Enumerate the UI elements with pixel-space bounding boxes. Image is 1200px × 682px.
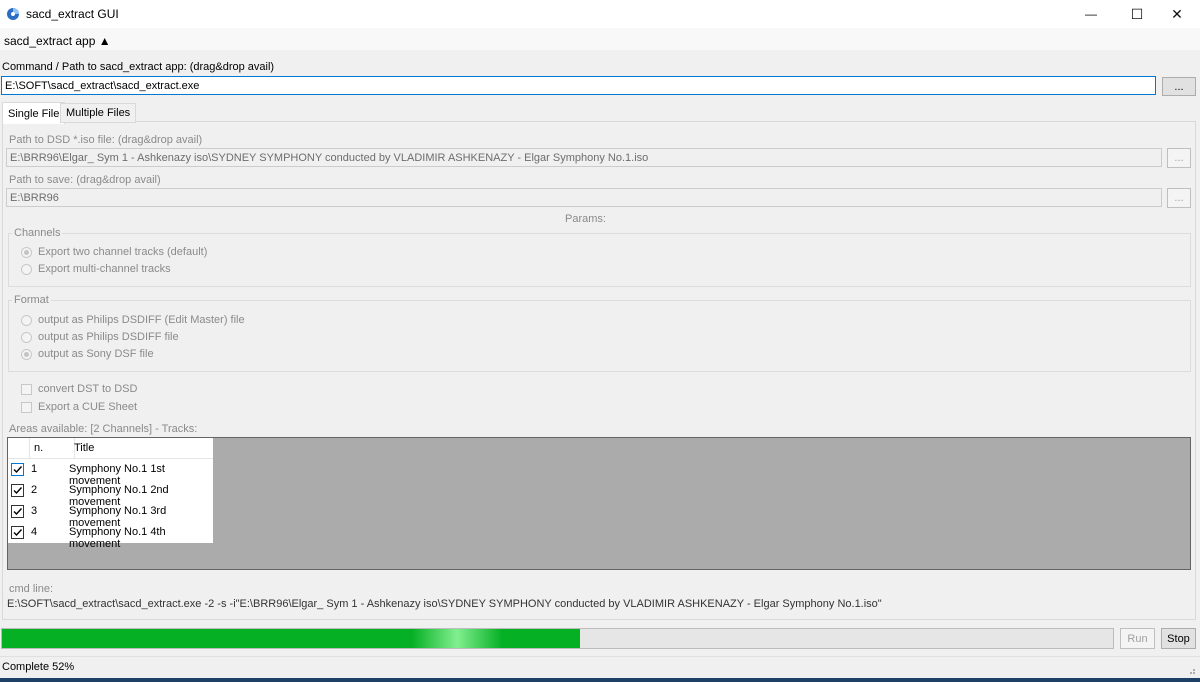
format-dsf-radio[interactable] (21, 349, 32, 360)
window-title: sacd_extract GUI (26, 7, 119, 21)
track-number: 2 (31, 484, 38, 496)
track-row[interactable]: 2 Symphony No.1 2nd movement (8, 480, 213, 508)
format-dsf-label: output as Sony DSF file (38, 348, 154, 360)
track-row[interactable]: 4 Symphony No.1 4th movement (8, 522, 213, 550)
close-window-button[interactable]: ✕ (1154, 0, 1200, 28)
minimize-button[interactable]: — (1068, 0, 1114, 28)
format-dsdiff-em-radio[interactable] (21, 315, 32, 326)
status-text: Complete 52% (2, 661, 75, 673)
command-path-label: Command / Path to sacd_extract app: (dra… (2, 61, 275, 73)
app-icon (6, 7, 20, 21)
progress-bar (1, 628, 1114, 649)
checkmark-icon (13, 508, 23, 516)
export-cue-checkbox[interactable] (21, 402, 32, 413)
tab-multiple-files[interactable]: Multiple Files (60, 103, 137, 123)
areas-label: Areas available: [2 Channels] - Tracks: (9, 423, 198, 435)
format-legend: Format (12, 294, 51, 306)
column-header-num[interactable]: n. (34, 442, 43, 454)
title-bar (0, 0, 1200, 28)
tracks-listview: n. Title 1 Symphony No.1 1st movement 2 … (8, 438, 213, 550)
tab-single-file[interactable]: Single File (2, 102, 66, 124)
track-checkbox[interactable] (11, 505, 24, 518)
convert-dst-label: convert DST to DSD (38, 383, 138, 395)
cmd-line-label: cmd line: (9, 583, 54, 595)
checkmark-icon (13, 487, 23, 495)
format-dsdiff-label: output as Philips DSDIFF file (38, 331, 179, 343)
command-browse-button[interactable]: ... (1162, 77, 1196, 96)
track-number: 4 (31, 526, 38, 538)
track-number: 3 (31, 505, 38, 517)
channels-two-label: Export two channel tracks (default) (38, 246, 208, 258)
resize-grip-icon[interactable] (1186, 665, 1196, 675)
command-path-input[interactable]: E:\SOFT\sacd_extract\sacd_extract.exe (1, 76, 1156, 95)
checkmark-icon (13, 529, 23, 537)
channels-two-radio[interactable] (21, 247, 32, 258)
format-dsdiff-em-label: output as Philips DSDIFF (Edit Master) f… (38, 314, 245, 326)
cmd-line-text: E:\SOFT\sacd_extract\sacd_extract.exe -2… (7, 598, 882, 610)
tracks-header: n. Title (8, 438, 213, 459)
track-row[interactable]: 3 Symphony No.1 3rd movement (8, 501, 213, 529)
track-checkbox[interactable] (11, 463, 24, 476)
run-button[interactable]: Run (1120, 628, 1155, 649)
channels-multi-label: Export multi-channel tracks (38, 263, 171, 275)
save-browse-button[interactable]: ... (1167, 188, 1191, 208)
stop-button[interactable]: Stop (1161, 628, 1196, 649)
maximize-icon: ☐ (1130, 5, 1144, 22)
convert-dst-checkbox[interactable] (21, 384, 32, 395)
channels-group (8, 233, 1191, 287)
progress-shine (412, 629, 502, 648)
track-row[interactable]: 1 Symphony No.1 1st movement (8, 459, 213, 487)
close-icon: ✕ (1171, 5, 1183, 22)
taskbar-edge (0, 678, 1200, 682)
app-menu-toggle[interactable]: sacd_extract app ▲ (4, 34, 111, 48)
channels-multi-radio[interactable] (21, 264, 32, 275)
format-group (8, 300, 1191, 372)
iso-path-input[interactable]: E:\BRR96\Elgar_ Sym 1 - Ashkenazy iso\SY… (6, 148, 1162, 167)
track-number: 1 (31, 463, 38, 475)
save-path-input[interactable]: E:\BRR96 (6, 188, 1162, 207)
checkmark-icon (13, 466, 23, 474)
app-header-strip (0, 28, 1200, 50)
status-bar (0, 656, 1200, 679)
track-checkbox[interactable] (11, 484, 24, 497)
column-header-title[interactable]: Title (74, 442, 94, 454)
format-dsdiff-radio[interactable] (21, 332, 32, 343)
export-cue-label: Export a CUE Sheet (38, 401, 138, 413)
channels-legend: Channels (12, 227, 63, 239)
save-path-label: Path to save: (drag&drop avail) (9, 174, 161, 186)
minimize-icon: — (1085, 7, 1097, 21)
track-checkbox[interactable] (11, 526, 24, 539)
params-label: Params: (565, 213, 606, 225)
iso-path-label: Path to DSD *.iso file: (drag&drop avail… (9, 134, 203, 146)
track-title: Symphony No.1 4th movement (69, 526, 166, 550)
iso-browse-button[interactable]: ... (1167, 148, 1191, 168)
